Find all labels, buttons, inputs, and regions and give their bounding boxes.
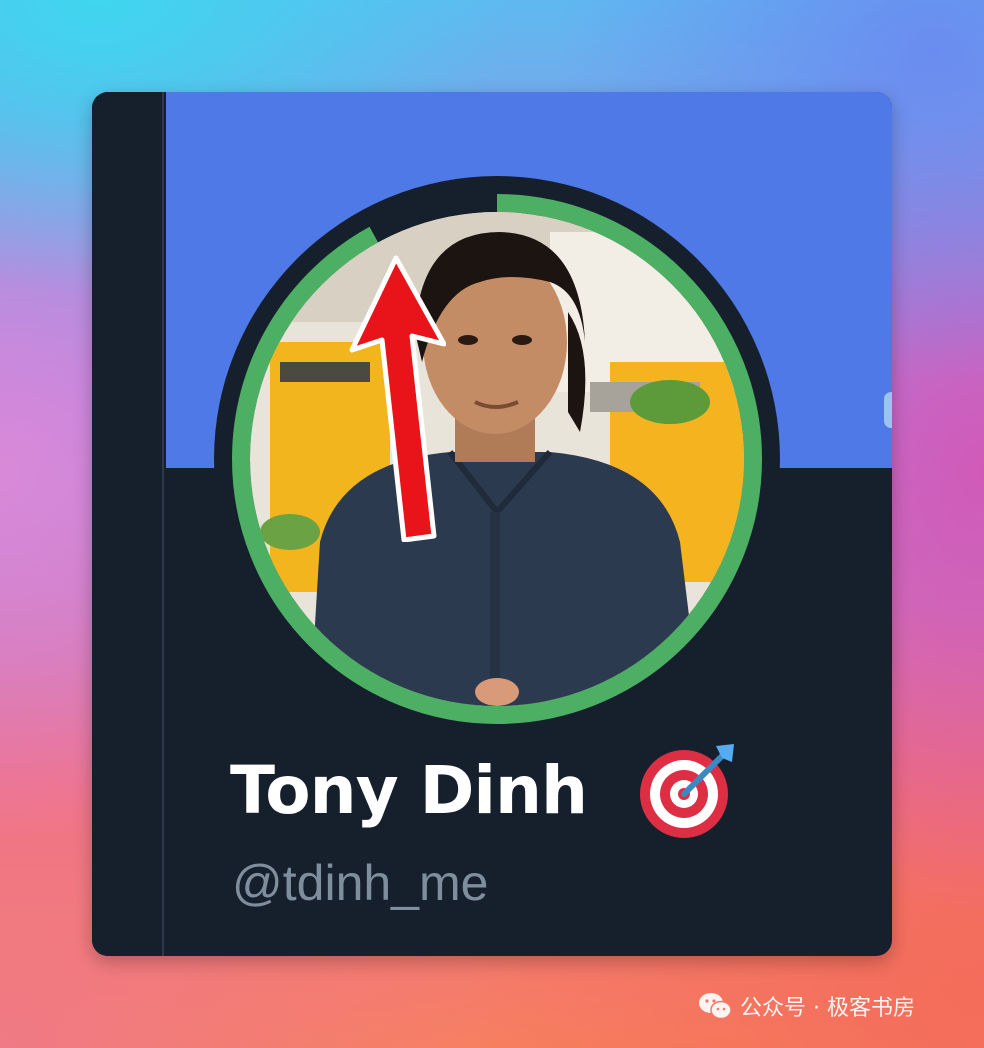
banner-scroll-edge — [884, 392, 892, 428]
display-name[interactable]: Tony Dinh — [230, 752, 588, 829]
left-rail — [92, 92, 164, 956]
avatar[interactable] — [214, 176, 780, 742]
watermark: 公众号 · 极客书房 — [698, 990, 915, 1022]
watermark-text: 公众号 · 极客书房 — [740, 996, 915, 1021]
avatar-photo — [250, 212, 744, 706]
wechat-icon — [699, 993, 732, 1020]
highlight-arrow-icon — [349, 255, 446, 542]
direct-hit-target-icon — [640, 744, 734, 838]
profile-card: Tony Dinh @tdinh_me — [92, 92, 892, 956]
profile-handle[interactable]: @tdinh_me — [232, 854, 488, 912]
